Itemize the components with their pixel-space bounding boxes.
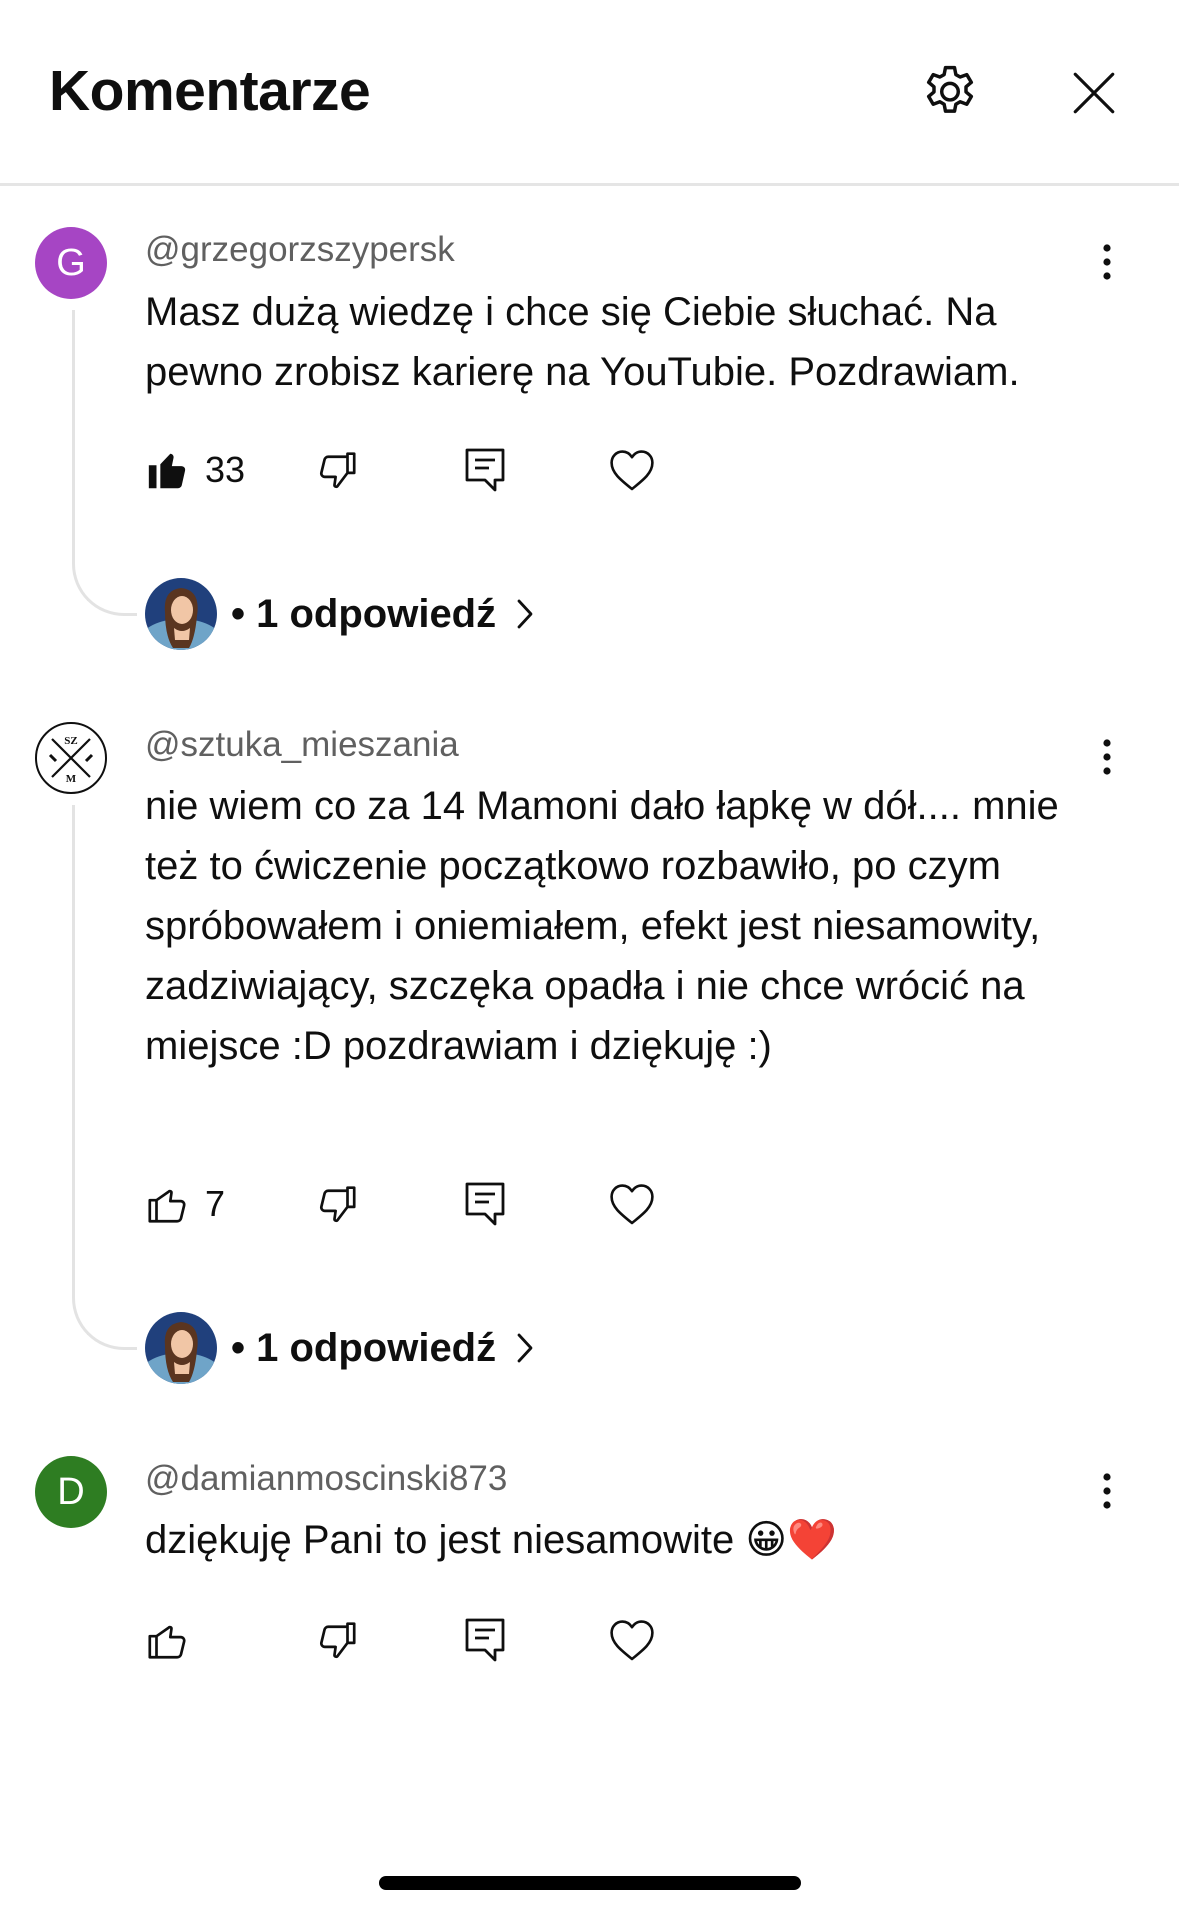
view-replies-button[interactable]: • 1 odpowiedź (145, 578, 534, 650)
like-count: 33 (205, 449, 246, 490)
like-button[interactable]: 7 (145, 1174, 225, 1234)
home-indicator[interactable] (379, 1876, 801, 1890)
thumbs-up-icon (148, 1189, 186, 1223)
comment-author[interactable]: @damianmoscinski873 (145, 1457, 507, 1501)
view-replies-button[interactable]: • 1 odpowiedź (145, 1312, 534, 1384)
comments-header: Komentarze (0, 0, 1179, 186)
replies-count: • 1 odpowiedź (231, 591, 497, 636)
comment-actions: 7 (145, 1174, 765, 1234)
chevron-right-icon (516, 1331, 534, 1365)
avatar[interactable]: D (35, 1456, 107, 1528)
heart-icon (610, 450, 654, 491)
like-button[interactable]: 33 (145, 440, 245, 500)
thumbs-down-icon (319, 1186, 356, 1223)
comment-text: dziękuję Pani to jest niesamowite 😀❤️ (145, 1518, 837, 1562)
page-title: Komentarze (49, 59, 371, 123)
comment-reply-icon (465, 1182, 505, 1226)
dislike-button[interactable] (313, 1174, 359, 1234)
comment-author[interactable]: @sztuka_mieszania (145, 723, 459, 767)
more-options-button[interactable] (1090, 1461, 1124, 1521)
comment-reply-icon (465, 1618, 505, 1662)
close-button[interactable] (1056, 55, 1132, 131)
more-vert-icon (1103, 739, 1111, 775)
heart-icon (610, 1620, 654, 1661)
close-icon (1073, 72, 1115, 114)
reply-button[interactable] (463, 440, 507, 500)
thread-line (72, 310, 137, 616)
avatar[interactable]: SZ M (35, 722, 107, 794)
thumbs-down-icon (319, 1622, 356, 1659)
avatar[interactable]: G (35, 227, 107, 299)
reply-button[interactable] (463, 1174, 507, 1234)
dislike-button[interactable] (313, 1610, 359, 1670)
thread-line (72, 805, 137, 1350)
comment-text: Masz dużą wiedzę i chce się Ciebie słuch… (145, 290, 1020, 394)
svg-text:M: M (66, 773, 77, 785)
more-options-button[interactable] (1090, 232, 1124, 292)
more-vert-icon (1103, 244, 1111, 280)
more-vert-icon (1103, 1473, 1111, 1509)
like-count: 7 (205, 1183, 226, 1224)
creator-avatar-icon (145, 1312, 217, 1384)
gear-icon (926, 65, 974, 113)
reply-author-avatar (145, 1312, 217, 1384)
chevron-right-icon (516, 597, 534, 631)
heart-button[interactable] (608, 440, 656, 500)
thumbs-up-filled-icon (148, 453, 186, 489)
like-button[interactable] (145, 1610, 205, 1670)
comment-text: nie wiem co za 14 Mamoni dało łapkę w dó… (145, 784, 1070, 1068)
creator-avatar-icon (145, 578, 217, 650)
replies-count: • 1 odpowiedź (231, 1325, 497, 1370)
comment-reply-icon (465, 448, 505, 492)
comment-actions (145, 1610, 765, 1670)
reply-button[interactable] (463, 1610, 507, 1670)
thumbs-up-icon (148, 1625, 186, 1659)
more-options-button[interactable] (1090, 727, 1124, 787)
dislike-button[interactable] (313, 440, 359, 500)
heart-icon (610, 1184, 654, 1225)
heart-button[interactable] (608, 1610, 656, 1670)
heart-button[interactable] (608, 1174, 656, 1234)
svg-text:SZ: SZ (64, 735, 77, 747)
comment-actions: 33 (145, 440, 765, 500)
settings-button[interactable] (912, 55, 988, 131)
reply-author-avatar (145, 578, 217, 650)
thumbs-down-icon (319, 452, 356, 489)
sztuka-mieszania-logo-icon: SZ M (48, 733, 94, 785)
comment-author[interactable]: @grzegorzszypersk (145, 228, 455, 272)
